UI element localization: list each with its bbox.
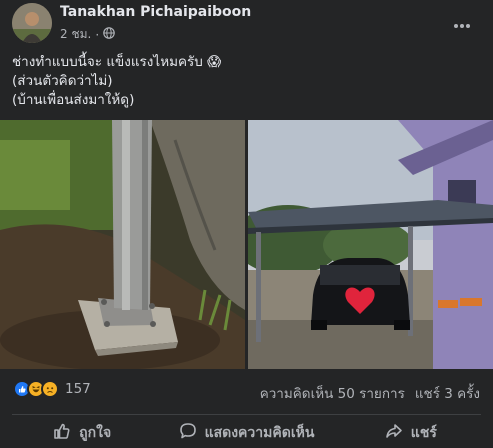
post-text-line: ช่างทำแบบนี้จะ แข็งแรงไหมครับ 😱 (12, 54, 222, 70)
post-text-line: (บ้านเพื่อนส่งมาให้ดู) (12, 92, 135, 108)
sad-icon (41, 380, 59, 398)
author-avatar[interactable] (12, 3, 52, 43)
post-stats: 157 ความคิดเห็น 50 รายการ แชร์ 3 ครั้ง (0, 378, 493, 406)
comment-icon (179, 422, 197, 444)
share-arrow-icon (385, 422, 403, 444)
actions-divider (12, 414, 481, 415)
globe-icon (103, 27, 115, 42)
post-actions: ถูกใจ แสดงความคิดเห็น แชร์ (0, 417, 493, 448)
share-count-link[interactable]: แชร์ 3 ครั้ง (415, 382, 480, 404)
post-text: ช่างทำแบบนี้จะ แข็งแรงไหมครับ 😱 (ส่วนตัว… (12, 53, 482, 110)
more-options-button[interactable] (447, 8, 477, 38)
reaction-count: 157 (65, 381, 91, 397)
like-button[interactable]: ถูกใจ (0, 417, 164, 448)
more-dots-icon (453, 14, 471, 33)
share-button[interactable]: แชร์ (329, 417, 493, 448)
share-label: แชร์ (410, 424, 437, 441)
reactions-summary[interactable]: 157 (13, 380, 91, 398)
author-name[interactable]: Tanakhan Pichaipaiboon (60, 4, 251, 20)
post-meta: 2 ชม. · (60, 25, 115, 44)
post-time[interactable]: 2 ชม. (60, 25, 91, 44)
engagement-counts: ความคิดเห็น 50 รายการ แชร์ 3 ครั้ง (260, 382, 480, 404)
comment-button[interactable]: แสดงความคิดเห็น (164, 417, 328, 448)
comment-count-link[interactable]: ความคิดเห็น 50 รายการ (260, 382, 405, 404)
comment-label: แสดงความคิดเห็น (204, 424, 315, 441)
steel-post-base-photo[interactable] (0, 120, 245, 369)
post-text-line: (ส่วนตัวคิดว่าไม่) (12, 73, 113, 89)
photo-grid (0, 120, 493, 369)
post-header: Tanakhan Pichaipaiboon 2 ชม. · (0, 0, 493, 46)
like-label: ถูกใจ (79, 424, 112, 441)
carport-car-photo[interactable] (248, 120, 493, 369)
thumbs-up-icon (53, 422, 71, 444)
